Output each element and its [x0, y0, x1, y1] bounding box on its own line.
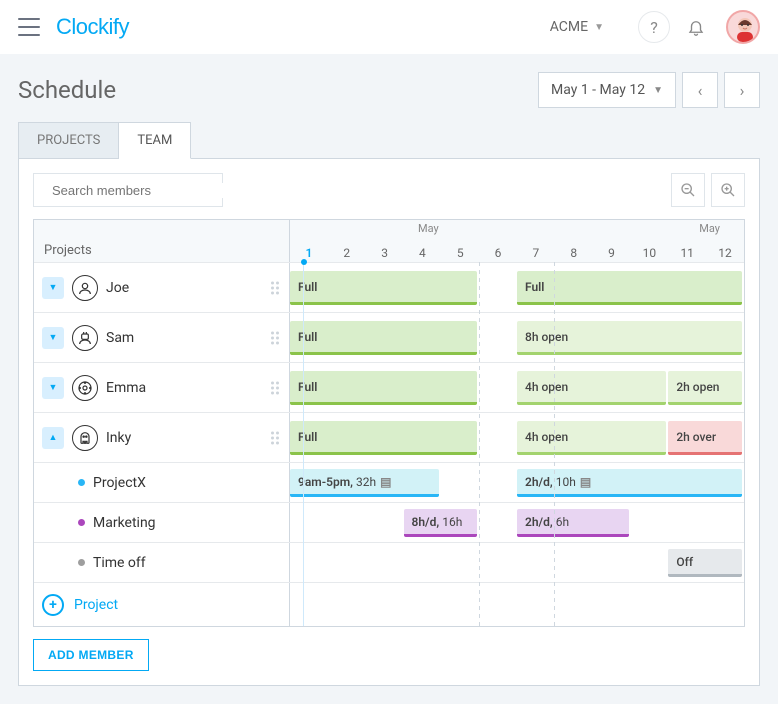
- day-header: 12: [706, 246, 744, 260]
- project-name: ProjectX: [93, 475, 146, 491]
- logo: Clockify: [56, 14, 129, 40]
- assignment-bar[interactable]: 2h/d, 10h▤: [517, 469, 742, 497]
- prev-button[interactable]: ‹: [682, 72, 718, 108]
- day-header: 10: [630, 246, 668, 260]
- page-title: Schedule: [18, 76, 116, 104]
- member-name: Emma: [106, 380, 146, 396]
- drag-handle[interactable]: [271, 281, 279, 294]
- day-header: 9: [593, 246, 631, 260]
- note-icon: ▤: [380, 475, 391, 489]
- day-header: 5: [441, 246, 479, 260]
- workspace-dropdown[interactable]: ACME ▼: [550, 19, 604, 35]
- expand-button[interactable]: ▼: [42, 277, 64, 299]
- chevron-left-icon: ‹: [698, 81, 703, 100]
- member-name: Inky: [106, 430, 131, 446]
- drag-handle[interactable]: [271, 431, 279, 444]
- collapse-button[interactable]: ▲: [42, 427, 64, 449]
- project-dot-icon: [78, 559, 85, 566]
- bell-icon: [687, 18, 705, 36]
- day-header: 7: [517, 246, 555, 260]
- avatar[interactable]: [726, 10, 760, 44]
- user-icon: [72, 425, 98, 451]
- assignment-bar[interactable]: 8h/d, 16h: [404, 509, 478, 537]
- schedule-bar[interactable]: Full: [290, 421, 477, 455]
- schedule-bar[interactable]: 2h over: [668, 421, 742, 455]
- tab-team[interactable]: TEAM: [119, 122, 191, 159]
- user-icon: [72, 325, 98, 351]
- user-icon: [72, 375, 98, 401]
- day-header: 1: [290, 246, 328, 260]
- schedule-bar[interactable]: Full: [517, 271, 742, 305]
- month-label: May: [699, 222, 720, 235]
- assignment-bar[interactable]: 9am-5pm, 32h▤: [290, 469, 439, 497]
- project-name: Marketing: [93, 515, 156, 531]
- add-project-button[interactable]: + Project: [42, 594, 118, 616]
- day-header: 6: [479, 246, 517, 260]
- date-range-picker[interactable]: May 1 - May 12 ▼: [538, 72, 676, 108]
- search-input-wrap[interactable]: [33, 173, 223, 207]
- project-name: Time off: [93, 555, 146, 571]
- zoom-in-icon: [720, 182, 736, 198]
- tab-projects[interactable]: PROJECTS: [18, 122, 119, 158]
- search-input[interactable]: [52, 183, 228, 198]
- assignment-bar[interactable]: 2h/d, 6h: [517, 509, 629, 537]
- day-header: 8: [555, 246, 593, 260]
- drag-handle[interactable]: [271, 381, 279, 394]
- note-icon: ▤: [580, 475, 591, 489]
- schedule-bar[interactable]: Full: [290, 321, 477, 355]
- caret-down-icon: ▼: [594, 22, 604, 33]
- expand-button[interactable]: ▼: [42, 377, 64, 399]
- project-dot-icon: [78, 519, 85, 526]
- schedule-bar[interactable]: 4h open: [517, 421, 666, 455]
- member-name: Joe: [106, 280, 129, 296]
- projects-column-header: Projects: [34, 220, 290, 262]
- day-header: 2: [328, 246, 366, 260]
- help-icon: ?: [650, 18, 658, 37]
- schedule-bar[interactable]: Full: [290, 371, 477, 405]
- member-name: Sam: [106, 330, 134, 346]
- add-project-label: Project: [74, 597, 118, 613]
- caret-down-icon: ▼: [653, 85, 663, 96]
- add-member-button[interactable]: ADD MEMBER: [33, 639, 149, 671]
- month-label: May: [418, 222, 439, 235]
- zoom-out-button[interactable]: [671, 173, 705, 207]
- workspace-name: ACME: [550, 19, 588, 35]
- plus-icon: +: [42, 594, 64, 616]
- user-icon: [72, 275, 98, 301]
- assignment-bar[interactable]: Off: [668, 549, 742, 577]
- day-header: 4: [403, 246, 441, 260]
- schedule-bar[interactable]: 2h open: [668, 371, 742, 405]
- day-header: 3: [366, 246, 404, 260]
- zoom-out-icon: [680, 182, 696, 198]
- project-dot-icon: [78, 479, 85, 486]
- next-button[interactable]: ›: [724, 72, 760, 108]
- chevron-right-icon: ›: [740, 81, 745, 100]
- schedule-bar[interactable]: 8h open: [517, 321, 742, 355]
- schedule-bar[interactable]: Full: [290, 271, 477, 305]
- help-button[interactable]: ?: [638, 11, 670, 43]
- menu-icon[interactable]: [18, 18, 40, 36]
- expand-button[interactable]: ▼: [42, 327, 64, 349]
- zoom-in-button[interactable]: [711, 173, 745, 207]
- day-header: 11: [668, 246, 706, 260]
- drag-handle[interactable]: [271, 331, 279, 344]
- notifications-button[interactable]: [680, 11, 712, 43]
- date-range-label: May 1 - May 12: [551, 82, 645, 98]
- schedule-bar[interactable]: 4h open: [517, 371, 666, 405]
